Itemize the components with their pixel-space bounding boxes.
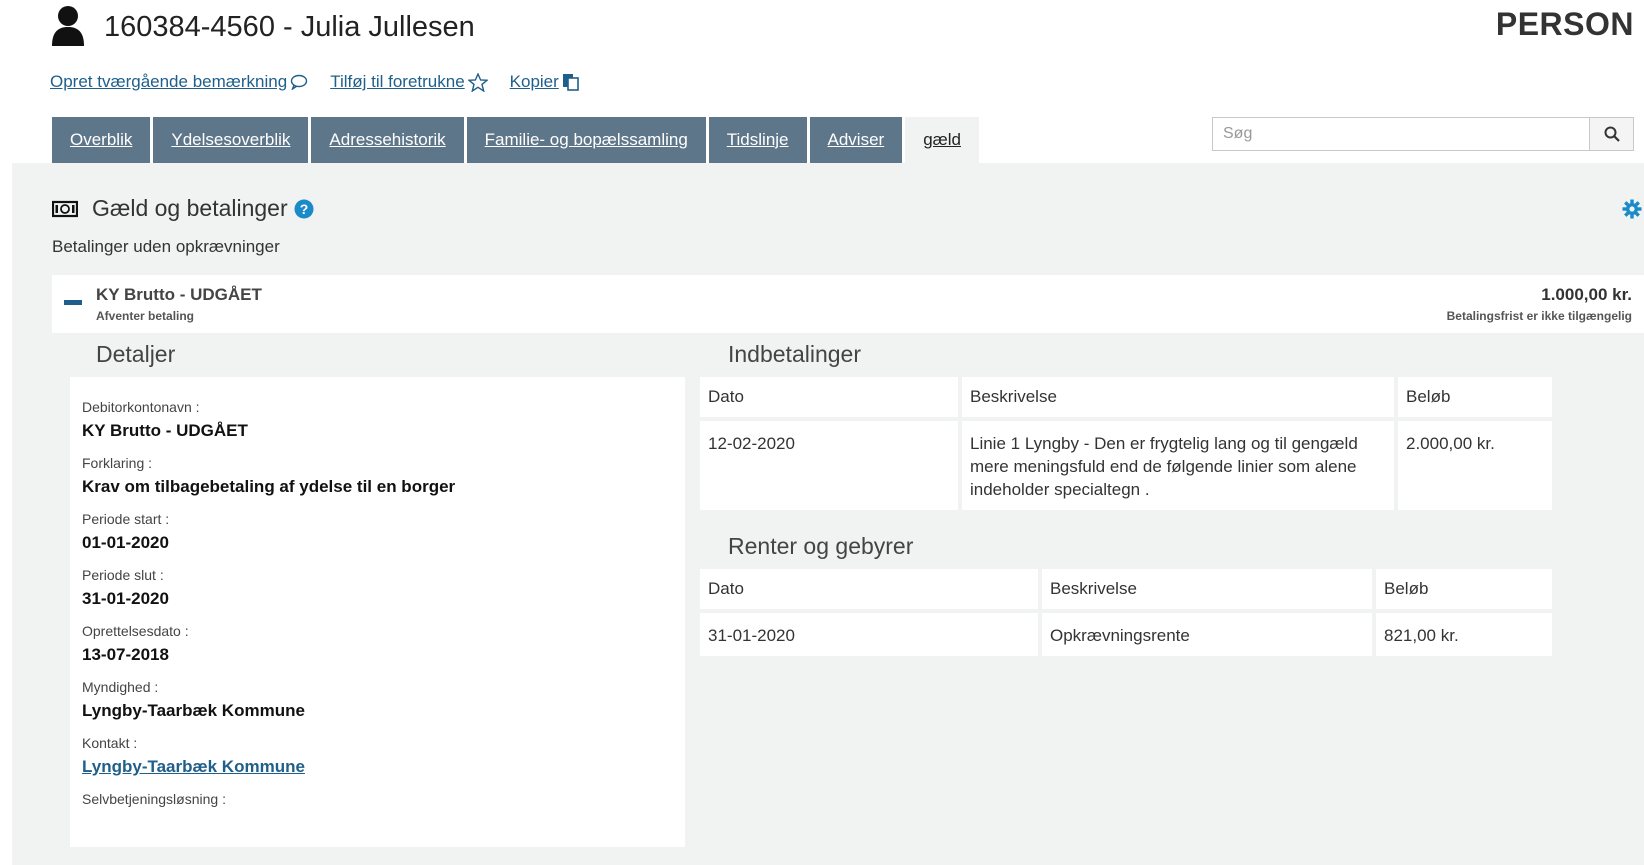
tab-gaeld[interactable]: gæld [905,117,980,163]
search-icon [1604,126,1620,142]
column-header: Beskrivelse [1042,569,1372,609]
copy-label: Kopier [509,72,559,91]
table-header-row: Dato Beskrivelse Beløb [700,377,1552,417]
field-label: Forklaring : [82,455,153,471]
details-box: Debitorkontonavn : KY Brutto - UDGÅET Fo… [70,377,685,847]
tab-ydelsesoverblik[interactable]: Ydelsesoverblik [153,117,309,163]
main-panel: Gæld og betalinger ? Betalinger uden opk… [12,163,1644,865]
section-title: Gæld og betalinger ? [52,195,314,222]
field-value: Krav om tilbagebetaling af ydelse til en… [82,477,456,496]
field-label: Selvbetjeningsløsning : [82,791,226,807]
section-title-text: Gæld og betalinger [92,195,288,221]
column-header: Beløb [1398,377,1552,417]
tab-bar: Overblik Ydelsesoverblik Adressehistorik… [52,117,982,163]
tab-adviser[interactable]: Adviser [809,117,903,163]
payments-table: Dato Beskrivelse Beløb 12-02-2020 Linie … [696,373,1556,514]
payment-amount: 2.000,00 kr. [1398,421,1552,510]
column-header: Dato [700,569,1038,609]
table-row: 12-02-2020 Linie 1 Lyngby - Den er frygt… [700,421,1552,510]
details-title: Detaljer [96,341,176,367]
field-value: 01-01-2020 [82,533,169,552]
field-label: Periode start : [82,511,170,527]
create-remark-label: Opret tværgående bemærkning [50,72,288,91]
section-subtitle: Betalinger uden opkrævninger [52,237,280,256]
search-button[interactable] [1590,117,1634,151]
payment-date: 12-02-2020 [700,421,958,510]
field-value: 31-01-2020 [82,589,169,608]
gear-icon[interactable] [1622,199,1642,219]
create-remark-link[interactable]: Opret tværgående bemærkning [50,72,308,92]
collapse-icon[interactable] [64,300,82,305]
copy-link[interactable]: Kopier [510,72,580,92]
column-header: Dato [700,377,958,417]
field-label: Periode slut : [82,567,164,583]
column-header: Beløb [1376,569,1552,609]
fees-table: Dato Beskrivelse Beløb 31-01-2020 Opkræv… [696,565,1556,660]
column-header: Beskrivelse [962,377,1394,417]
search-box [1212,117,1634,151]
tab-overblik[interactable]: Overblik [52,117,151,163]
field-label: Myndighed : [82,679,159,695]
tab-adressehistorik[interactable]: Adressehistorik [311,117,464,163]
page-title: 160384-4560 - Julia Jullesen [104,10,475,43]
debt-deadline: Betalingsfrist er ikke tilgængelig [1446,309,1632,323]
field-label: Kontakt : [82,735,138,751]
search-input[interactable] [1212,117,1590,151]
payments-title: Indbetalinger [728,341,861,367]
table-row: 31-01-2020 Opkrævningsrente 821,00 kr. [700,613,1552,656]
field-label: Oprettelsesdato : [82,623,189,639]
person-icon [52,6,84,46]
debt-card: KY Brutto - UDGÅET Afventer betaling 1.0… [52,275,1644,865]
field-value: 13-07-2018 [82,645,169,664]
page-header: 160384-4560 - Julia Jullesen [50,6,475,48]
fee-amount: 821,00 kr. [1376,613,1552,656]
copy-icon [562,74,579,91]
add-favorite-label: Tilføj til foretrukne [330,72,465,91]
tab-familie-bopaelssamling[interactable]: Familie- og bopælssamling [466,117,706,163]
comment-icon [290,74,308,90]
field-value: KY Brutto - UDGÅET [82,421,248,440]
help-icon[interactable]: ? [294,199,314,219]
contact-link[interactable]: Lyngby-Taarbæk Kommune [82,757,673,777]
fees-title: Renter og gebyrer [728,533,914,559]
svg-text:?: ? [299,201,308,217]
fee-date: 31-01-2020 [700,613,1038,656]
tab-tidslinje[interactable]: Tidslinje [708,117,807,163]
field-label: Debitorkontonavn : [82,399,200,415]
field-value: Lyngby-Taarbæk Kommune [82,701,305,720]
debt-amount: 1.000,00 kr. [1541,285,1632,304]
money-icon [52,200,78,217]
action-links: Opret tværgående bemærkning Tilføj til f… [50,72,602,92]
add-favorite-link[interactable]: Tilføj til foretrukne [330,72,488,92]
star-icon [467,72,488,92]
debt-card-header[interactable]: KY Brutto - UDGÅET Afventer betaling 1.0… [52,275,1644,333]
debt-card-body: Detaljer Debitorkontonavn : KY Brutto - … [52,333,1644,865]
fee-description: Opkrævningsrente [1042,613,1372,656]
debt-name: KY Brutto - UDGÅET [96,285,262,304]
payment-description: Linie 1 Lyngby - Den er frygtelig lang o… [962,421,1394,510]
table-header-row: Dato Beskrivelse Beløb [700,569,1552,609]
debt-status: Afventer betaling [96,309,195,323]
entity-type-label: PERSON [1495,6,1634,42]
